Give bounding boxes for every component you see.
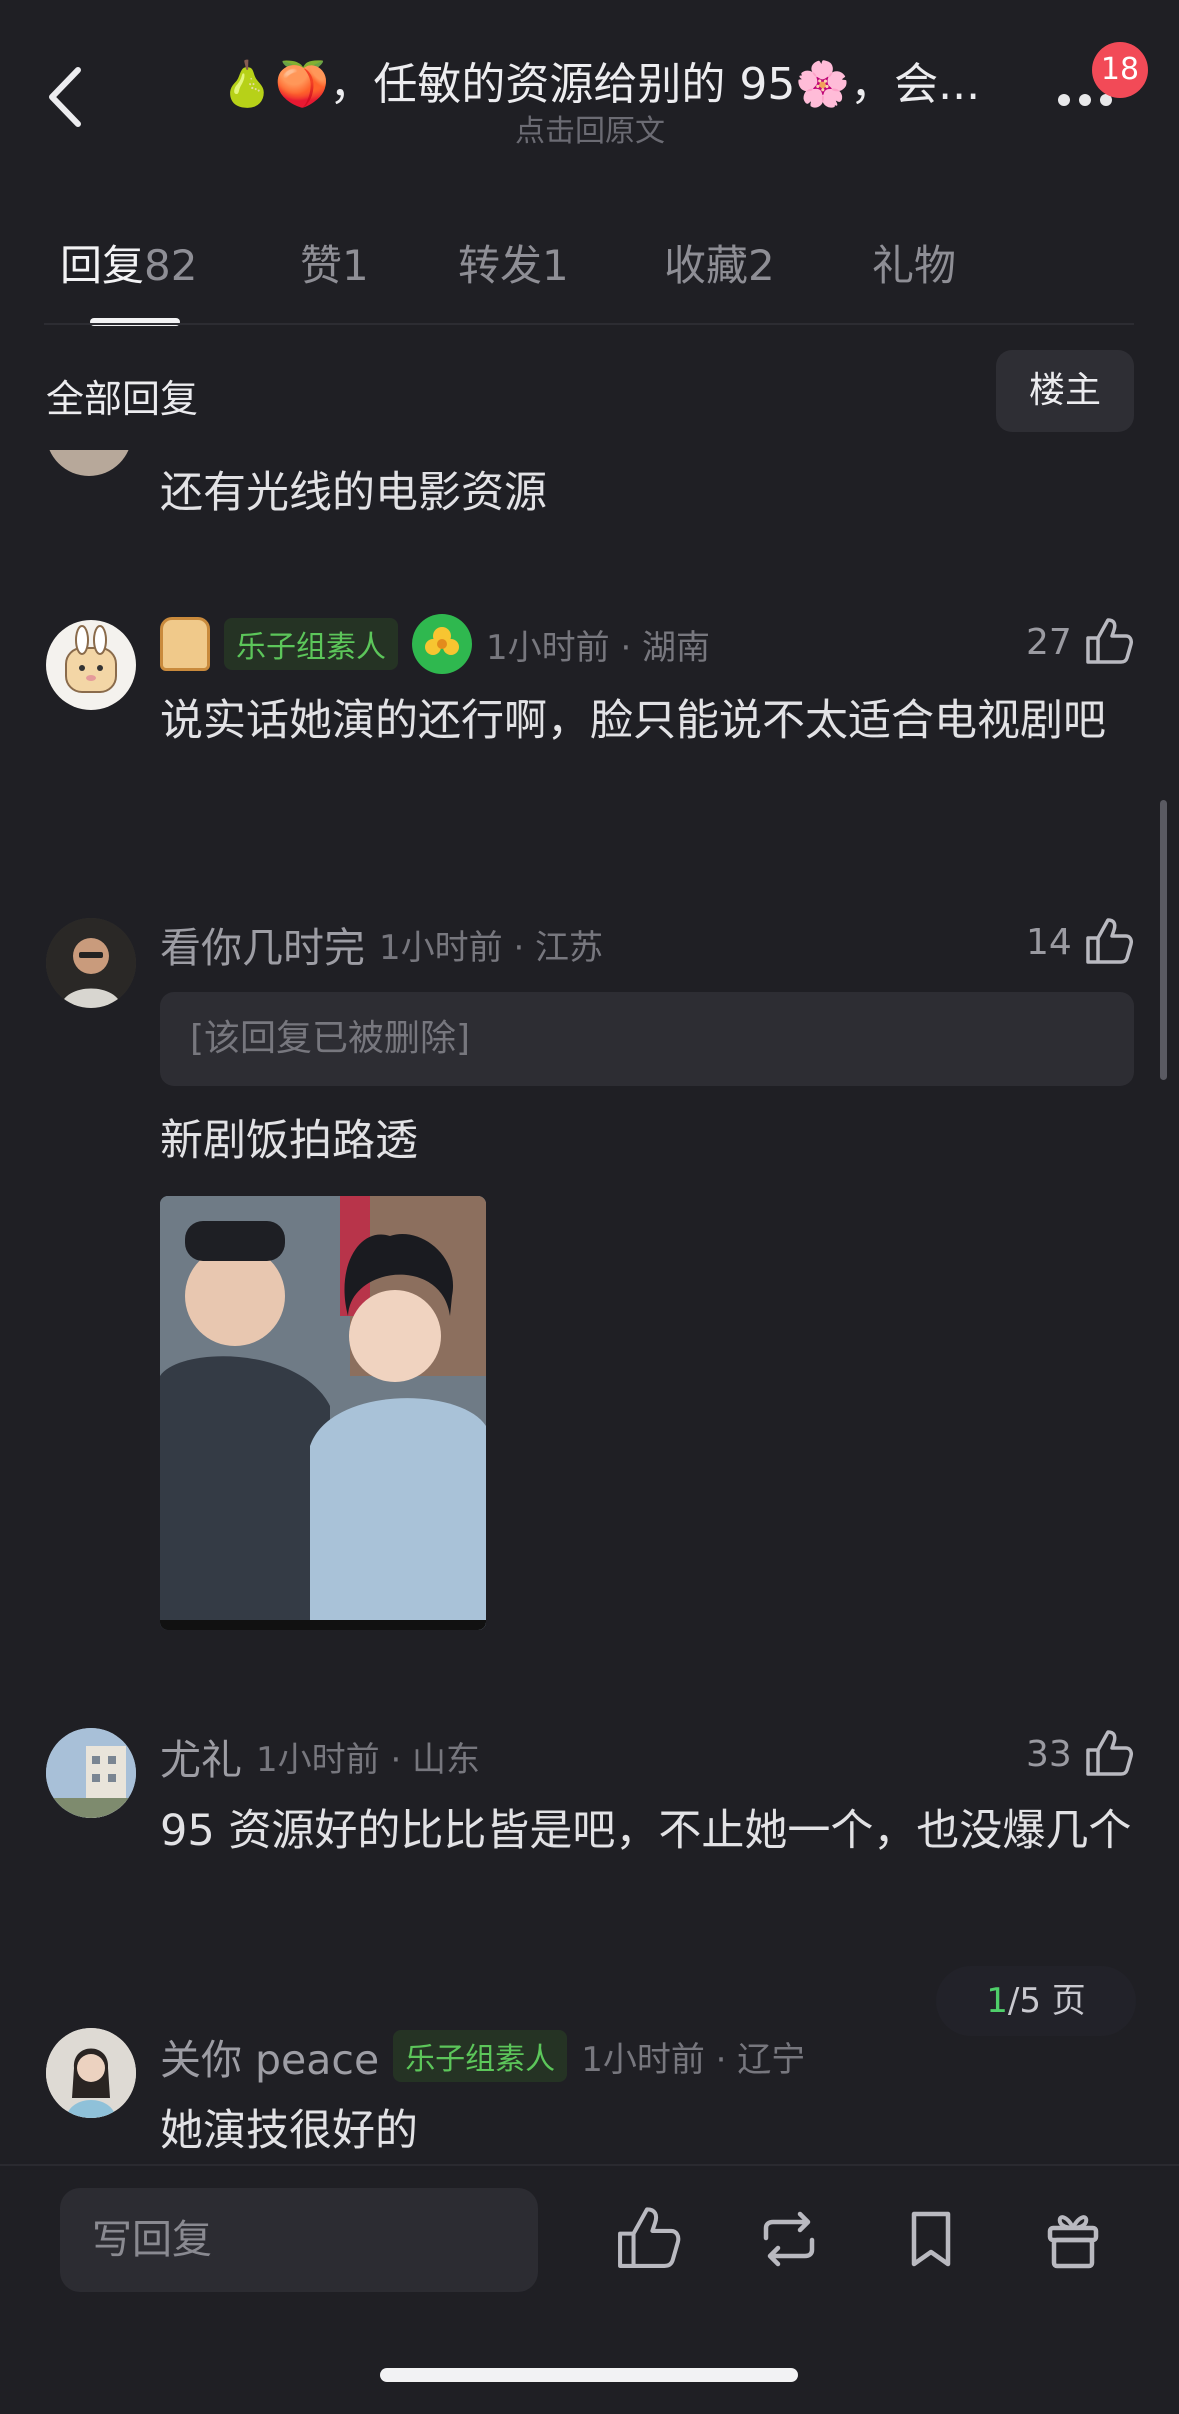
avatar[interactable] <box>46 918 136 1008</box>
tab-likes[interactable]: 赞1 <box>300 232 369 293</box>
post-title[interactable]: 🍐🍑，任敏的资源给别的 95🌸，会... <box>200 48 1000 112</box>
bookmark-button[interactable] <box>896 2204 966 2274</box>
like-post-button[interactable] <box>612 2204 682 2274</box>
avatar[interactable] <box>46 620 136 710</box>
tab-bar: 回复82 赞1 转发1 收藏2 礼物 <box>0 222 1179 326</box>
like-button[interactable]: 14 <box>1026 916 1134 968</box>
comment-text: 还有光线的电影资源 <box>160 468 547 518</box>
username[interactable]: 尤礼 <box>160 1726 242 1786</box>
gift-icon <box>1047 2215 1099 2269</box>
user-tag-badge: 乐子组素人 <box>393 2030 568 2082</box>
top-bar: 🍐🍑，任敏的资源给别的 95🌸，会... 点击回原文 18 <box>0 0 1179 170</box>
thumbs-up-icon <box>618 2207 681 2268</box>
all-replies-title: 全部回复 <box>46 377 199 421</box>
comment-meta: 看你几时完 1小时前 · 江苏 <box>160 914 603 974</box>
owner-only-button[interactable]: 楼主 <box>996 350 1134 432</box>
thumbs-up-icon <box>1086 1730 1133 1776</box>
avatar[interactable] <box>46 2028 136 2118</box>
username[interactable]: 看你几时完 <box>160 914 365 974</box>
comment-time-location: 1小时前 · 江苏 <box>379 927 604 968</box>
repost-icon <box>763 2211 815 2267</box>
notification-badge: 18 <box>1092 42 1148 98</box>
back-to-original-link[interactable]: 点击回原文 <box>340 106 840 150</box>
like-button[interactable]: 27 <box>1026 616 1134 668</box>
home-indicator <box>380 2368 798 2382</box>
user-photo-icon <box>46 2028 136 2118</box>
comment-text: 95 资源好的比比皆是吧，不止她一个，也没爆几个 <box>160 1806 1132 1856</box>
comment-time-location: 1小时前 · 山东 <box>256 1739 481 1780</box>
repost-button[interactable] <box>754 2204 824 2274</box>
tab-gifts[interactable]: 礼物 <box>872 232 956 293</box>
like-count: 27 <box>1026 621 1072 663</box>
building-photo-icon <box>46 1728 136 1818</box>
comment-text: 说实话她演的还行啊，脸只能说不太适合电视剧吧 <box>160 696 1106 746</box>
tab-favorites[interactable]: 收藏2 <box>664 232 775 293</box>
bunny-toast-icon <box>65 625 117 693</box>
username[interactable]: 关你 peace <box>160 2026 379 2086</box>
like-count: 14 <box>1026 921 1072 963</box>
comment-meta: 乐子组素人 1小时前 · 湖南 <box>160 614 710 674</box>
comment-meta: 关你 peace 乐子组素人 1小时前 · 辽宁 <box>160 2026 805 2086</box>
tab-replies[interactable]: 回复82 <box>60 232 197 293</box>
like-button[interactable]: 33 <box>1026 1728 1134 1780</box>
drama-still-image <box>160 1196 486 1630</box>
chevron-left-icon <box>49 67 81 127</box>
page-indicator[interactable]: 1/5 页 <box>936 1966 1136 2036</box>
comment-time-location: 1小时前 · 辽宁 <box>581 2039 806 2080</box>
comment-meta: 尤礼 1小时前 · 山东 <box>160 1726 480 1786</box>
tab-reposts[interactable]: 转发1 <box>458 232 569 293</box>
more-dot-icon <box>1058 94 1070 106</box>
scrollbar[interactable] <box>1160 800 1167 1080</box>
thumbs-up-icon <box>1086 918 1133 964</box>
gift-button[interactable] <box>1038 2204 1108 2274</box>
current-page: 1 <box>986 1981 1008 2021</box>
comment-text: 她演技很好的 <box>160 2106 418 2156</box>
flower-badge-icon <box>412 614 472 674</box>
thumbs-up-icon <box>1086 618 1133 664</box>
user-photo-icon <box>46 918 136 1008</box>
reply-input[interactable]: 写回复 <box>60 2188 538 2292</box>
comment-time-location: 1小时前 · 湖南 <box>486 627 711 668</box>
comment-text: 新剧饭拍路透 <box>160 1116 418 1166</box>
user-tag-badge: 乐子组素人 <box>224 618 398 670</box>
back-button[interactable] <box>44 62 88 132</box>
tab-divider <box>44 323 1134 325</box>
more-dot-icon <box>1079 94 1091 106</box>
like-count: 33 <box>1026 1733 1072 1775</box>
avatar[interactable] <box>46 1728 136 1818</box>
bread-icon <box>160 617 210 671</box>
bookmark-icon <box>911 2211 951 2267</box>
quoted-deleted-reply: [该回复已被删除] <box>160 992 1134 1086</box>
total-pages: /5 页 <box>1007 1981 1086 2021</box>
comment-image[interactable] <box>160 1196 486 1630</box>
